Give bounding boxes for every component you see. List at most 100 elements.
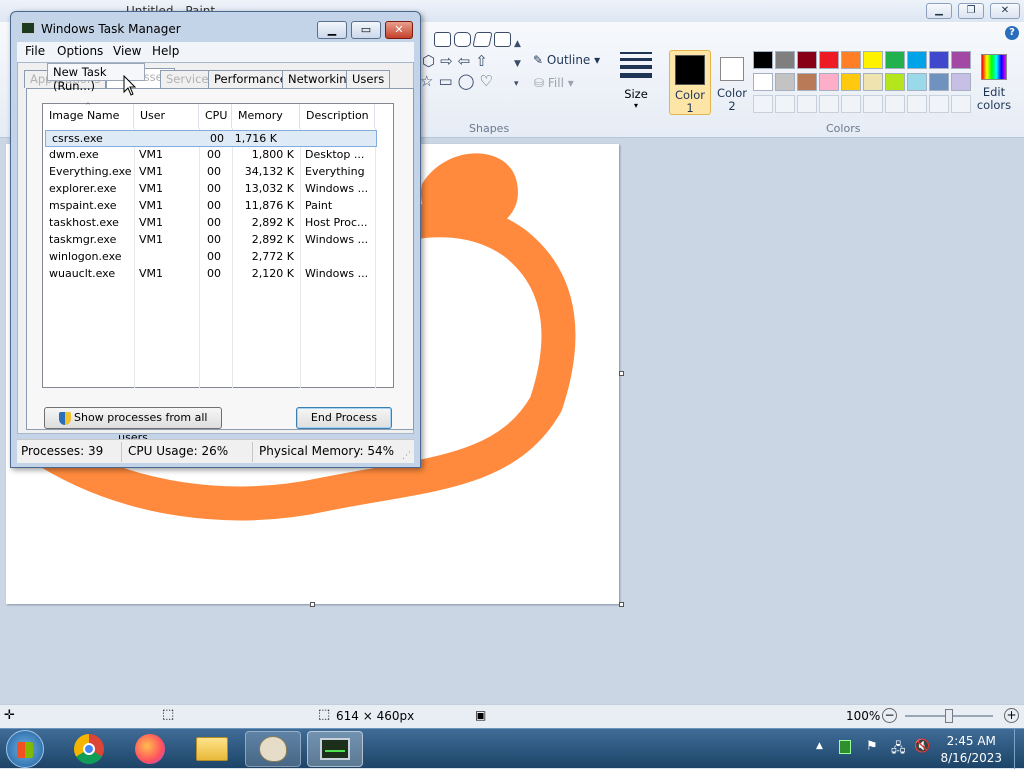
tab-users[interactable]: Users xyxy=(346,70,391,88)
custom-color-slot[interactable] xyxy=(929,95,949,113)
table-row[interactable]: winlogon.exe 00 2,772 K xyxy=(43,249,393,266)
edit-colors-button[interactable]: Edit colors xyxy=(976,52,1012,118)
shapes-scroll-icon[interactable]: ▲ ▼ ▾ xyxy=(514,34,521,94)
outline-dropdown[interactable]: ✎ Outline ▾ xyxy=(533,53,600,67)
palette-swatch[interactable] xyxy=(863,51,883,69)
palette-swatch[interactable] xyxy=(907,73,927,91)
palette-swatch[interactable] xyxy=(797,51,817,69)
palette-swatch[interactable] xyxy=(863,73,883,91)
custom-color-slot[interactable] xyxy=(951,95,971,113)
show-all-users-button[interactable]: Show processes from all users xyxy=(44,407,222,444)
resize-grip-icon[interactable]: ⋰ xyxy=(402,451,411,461)
palette-swatch[interactable] xyxy=(797,73,817,91)
tab-performance[interactable]: Performance xyxy=(208,70,293,88)
system-clock[interactable]: 2:45 AM 8/16/2023 xyxy=(940,733,1002,767)
custom-color-slot[interactable] xyxy=(907,95,927,113)
outline-pen-icon: ✎ xyxy=(533,53,544,67)
color1-swatch xyxy=(675,55,705,85)
palette-swatch[interactable] xyxy=(775,73,795,91)
tm-minimize-button[interactable]: ▁ xyxy=(317,21,347,39)
color1-button[interactable]: Color 1 xyxy=(669,50,711,115)
col-description[interactable]: Description xyxy=(300,104,375,128)
shapes-gallery[interactable]: ⬡⇨⇦⇧ ☆▭◯♡ ▲ ▼ ▾ xyxy=(418,32,526,98)
fill-label: Fill xyxy=(547,76,564,90)
shape-stars-icon[interactable]: ☆▭◯♡ xyxy=(420,72,498,90)
palette-swatch[interactable] xyxy=(753,51,773,69)
menu-options[interactable]: Options xyxy=(57,44,103,58)
start-button[interactable] xyxy=(6,730,44,768)
process-cpu: 00 xyxy=(207,216,221,229)
taskbar-chrome[interactable] xyxy=(61,731,117,767)
resize-handle-bottom[interactable] xyxy=(310,602,315,607)
zoom-slider-thumb[interactable] xyxy=(945,709,953,723)
shape-rectangle-icon[interactable] xyxy=(434,32,451,47)
table-row[interactable]: taskhost.exe VM1 00 2,892 K Host Proc... xyxy=(43,215,393,232)
palette-swatch[interactable] xyxy=(885,73,905,91)
col-memory[interactable]: Memory (... xyxy=(232,104,300,146)
zoom-in-button[interactable]: + xyxy=(1004,708,1019,723)
taskbar-explorer[interactable] xyxy=(184,731,240,767)
paint-close-button[interactable]: ✕ xyxy=(990,3,1020,19)
end-process-button[interactable]: End Process xyxy=(296,407,392,429)
tm-close-button[interactable]: ✕ xyxy=(385,21,413,39)
menu-file[interactable]: File xyxy=(25,44,45,58)
table-row[interactable]: explorer.exe VM1 00 13,032 K Windows ... xyxy=(43,181,393,198)
table-row[interactable]: taskmgr.exe VM1 00 2,892 K Windows ... xyxy=(43,232,393,249)
resize-handle-corner[interactable] xyxy=(619,602,624,607)
menu-help[interactable]: Help xyxy=(152,44,179,58)
shape-polygon-icon[interactable] xyxy=(472,32,493,47)
palette-swatch[interactable] xyxy=(907,51,927,69)
volume-muted-icon[interactable]: 🔇 xyxy=(914,739,930,754)
network-icon[interactable]: 🖧 xyxy=(891,739,906,761)
col-user-name[interactable]: User Name xyxy=(134,104,199,146)
task-manager-title: Windows Task Manager xyxy=(41,22,181,36)
taskbar-paint[interactable] xyxy=(245,731,301,767)
show-desktop-button[interactable] xyxy=(1014,729,1024,769)
palette-swatch[interactable] xyxy=(929,51,949,69)
table-row[interactable]: wuauclt.exe VM1 00 2,120 K Windows ... xyxy=(43,266,393,283)
action-center-icon[interactable]: ⚑ xyxy=(866,739,878,754)
task-manager-titlebar[interactable]: Windows Task Manager ▁ ▭ ✕ xyxy=(11,12,420,42)
fill-dropdown[interactable]: ⛁ Fill ▾ xyxy=(534,76,574,90)
custom-color-slot[interactable] xyxy=(863,95,883,113)
tm-maximize-button[interactable]: ▭ xyxy=(351,21,381,39)
palette-swatch[interactable] xyxy=(951,73,971,91)
zoom-out-button[interactable]: − xyxy=(882,708,897,723)
table-row[interactable]: csrss.exe 00 1,716 K xyxy=(45,130,377,147)
color2-button[interactable]: Color 2 xyxy=(713,50,751,115)
paint-maximize-button[interactable]: ❐ xyxy=(958,3,984,19)
custom-color-slot[interactable] xyxy=(885,95,905,113)
folder-icon xyxy=(196,737,228,761)
show-hidden-icons-button[interactable]: ▲ xyxy=(816,741,823,751)
shape-arrows-icon[interactable]: ⬡⇨⇦⇧ xyxy=(422,52,493,70)
custom-color-slot[interactable] xyxy=(797,95,817,113)
process-list[interactable]: Image Name ^ User Name CPU Memory (... D… xyxy=(42,102,394,388)
menu-view[interactable]: View xyxy=(113,44,141,58)
help-icon[interactable]: ? xyxy=(1005,26,1019,40)
shape-triangle-icon[interactable] xyxy=(494,32,511,47)
paint-minimize-button[interactable]: ▁ xyxy=(926,3,952,19)
custom-color-slot[interactable] xyxy=(775,95,795,113)
task-manager-tray-icon[interactable] xyxy=(839,740,851,754)
custom-color-slot[interactable] xyxy=(819,95,839,113)
taskbar-firefox[interactable] xyxy=(122,731,178,767)
col-cpu[interactable]: CPU xyxy=(199,104,232,128)
table-row[interactable]: mspaint.exe VM1 00 11,876 K Paint xyxy=(43,198,393,215)
table-row[interactable]: Everything.exe VM1 00 34,132 K Everything xyxy=(43,164,393,181)
palette-swatch[interactable] xyxy=(753,73,773,91)
custom-color-slot[interactable] xyxy=(753,95,773,113)
palette-swatch[interactable] xyxy=(951,51,971,69)
size-button[interactable]: Size ▾ xyxy=(616,50,656,122)
taskbar-task-manager[interactable] xyxy=(307,731,363,767)
resize-handle-right[interactable] xyxy=(619,371,624,376)
shape-rounded-rectangle-icon[interactable] xyxy=(454,32,471,47)
palette-swatch[interactable] xyxy=(775,51,795,69)
table-row[interactable]: dwm.exe VM1 00 1,800 K Desktop ... xyxy=(43,147,393,164)
palette-swatch[interactable] xyxy=(885,51,905,69)
palette-swatch[interactable] xyxy=(929,73,949,91)
palette-swatch[interactable] xyxy=(819,51,839,69)
palette-swatch[interactable] xyxy=(841,73,861,91)
custom-color-slot[interactable] xyxy=(841,95,861,113)
palette-swatch[interactable] xyxy=(841,51,861,69)
palette-swatch[interactable] xyxy=(819,73,839,91)
